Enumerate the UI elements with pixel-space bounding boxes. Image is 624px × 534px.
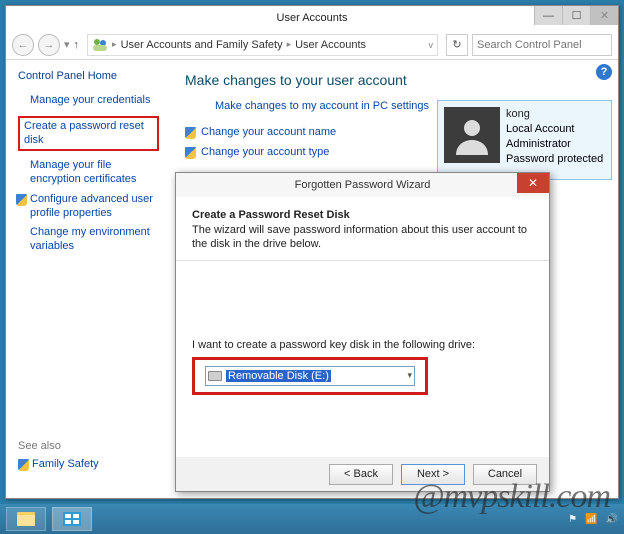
dialog-description: The wizard will save password informatio…: [192, 223, 533, 252]
dialog-buttons: < Back Next > Cancel: [176, 457, 549, 491]
cancel-button[interactable]: Cancel: [473, 464, 537, 485]
sidebar-item-encryption[interactable]: Manage your file encryption certificates: [30, 159, 159, 187]
avatar-icon: [452, 115, 492, 155]
dialog-body: Create a Password Reset Disk The wizard …: [176, 197, 549, 457]
highlight-box: Removable Disk (E:) ▾: [192, 357, 428, 395]
users-icon: [92, 37, 108, 53]
back-button[interactable]: < Back: [329, 464, 393, 485]
user-name: kong: [506, 107, 603, 122]
tray-flag-icon[interactable]: ⚑: [568, 514, 577, 525]
tray-network-icon[interactable]: 📶: [585, 514, 597, 525]
recent-chevron-icon[interactable]: ▾: [64, 38, 70, 51]
user-info: kong Local Account Administrator Passwor…: [506, 107, 603, 173]
next-button[interactable]: Next >: [401, 464, 465, 485]
user-card: kong Local Account Administrator Passwor…: [437, 100, 612, 180]
drive-prompt: I want to create a password key disk in …: [192, 339, 533, 351]
taskbar: ⚑ 📶 🔊: [0, 504, 624, 534]
minimize-button[interactable]: —: [534, 6, 562, 25]
sidebar: Control Panel Home Manage your credentia…: [6, 60, 171, 498]
page-heading: Make changes to your user account: [185, 72, 604, 88]
see-also: See also Family Safety: [18, 440, 99, 478]
taskbar-item-app[interactable]: [52, 507, 92, 531]
highlight-box: Create a password reset disk: [18, 116, 159, 152]
forward-button[interactable]: →: [38, 34, 60, 56]
dialog-heading: Create a Password Reset Disk: [192, 209, 533, 221]
breadcrumb[interactable]: ▸ User Accounts and Family Safety ▸ User…: [87, 34, 438, 56]
control-panel-home-link[interactable]: Control Panel Home: [18, 70, 159, 82]
sidebar-item-advanced-profile[interactable]: Configure advanced user profile properti…: [30, 193, 159, 221]
avatar: [444, 107, 500, 163]
selected-drive: Removable Disk (E:): [226, 370, 331, 382]
breadcrumb-group[interactable]: User Accounts and Family Safety: [121, 39, 283, 51]
drive-select[interactable]: Removable Disk (E:) ▾: [205, 366, 415, 386]
see-also-header: See also: [18, 440, 99, 452]
taskbar-item-explorer[interactable]: [6, 507, 46, 531]
dialog-close-button[interactable]: ✕: [517, 173, 549, 193]
user-status: Password protected: [506, 152, 603, 167]
refresh-button[interactable]: ↻: [446, 34, 468, 56]
sidebar-item-reset-disk[interactable]: Create a password reset disk: [24, 120, 144, 146]
windows-label: Windows 8: [557, 486, 616, 500]
system-tray: ⚑ 📶 🔊: [568, 514, 618, 525]
toolbar: ← → ▾ ↑ ▸ User Accounts and Family Safet…: [6, 30, 618, 60]
maximize-button[interactable]: ☐: [562, 6, 590, 25]
app-icon: [63, 512, 81, 526]
window-title: User Accounts: [277, 12, 348, 24]
user-role: Administrator: [506, 137, 603, 152]
tray-volume-icon[interactable]: 🔊: [606, 514, 618, 525]
sidebar-item-family-safety[interactable]: Family Safety: [32, 458, 99, 472]
folder-icon: [17, 512, 35, 526]
sidebar-item-env-vars[interactable]: Change my environment variables: [30, 226, 159, 254]
chevron-down-icon: ▾: [407, 370, 412, 381]
drive-icon: [208, 371, 222, 381]
dialog-title: Forgotten Password Wizard: [295, 179, 431, 191]
search-input[interactable]: [472, 34, 612, 56]
back-button[interactable]: ←: [12, 34, 34, 56]
separator: [176, 260, 549, 261]
dialog-titlebar: Forgotten Password Wizard ✕: [176, 173, 549, 197]
close-button[interactable]: ✕: [590, 6, 618, 25]
user-type: Local Account: [506, 122, 603, 137]
up-button[interactable]: ↑: [74, 39, 80, 51]
forgotten-password-wizard: Forgotten Password Wizard ✕ Create a Pas…: [175, 172, 550, 492]
help-icon[interactable]: ?: [596, 64, 612, 80]
titlebar: User Accounts — ☐ ✕: [6, 6, 618, 30]
breadcrumb-chevron-icon[interactable]: v: [429, 40, 434, 50]
sidebar-item-credentials[interactable]: Manage your credentials: [30, 94, 159, 108]
breadcrumb-page[interactable]: User Accounts: [295, 39, 366, 51]
